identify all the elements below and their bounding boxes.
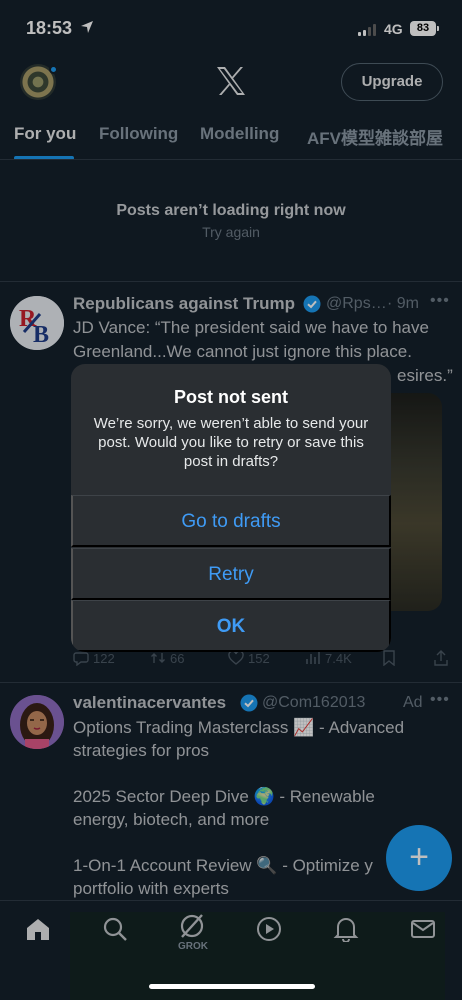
go-to-drafts-button[interactable]: Go to drafts bbox=[71, 495, 391, 547]
home-indicator[interactable] bbox=[149, 984, 315, 989]
ok-button[interactable]: OK bbox=[71, 600, 391, 652]
retry-button[interactable]: Retry bbox=[71, 548, 391, 600]
dialog-title: Post not sent bbox=[173, 387, 288, 407]
dialog-message: We’re sorry, we weren’t able to send you… bbox=[93, 415, 369, 470]
post-not-sent-dialog: Post not sent We’re sorry, we weren’t ab… bbox=[71, 364, 391, 652]
